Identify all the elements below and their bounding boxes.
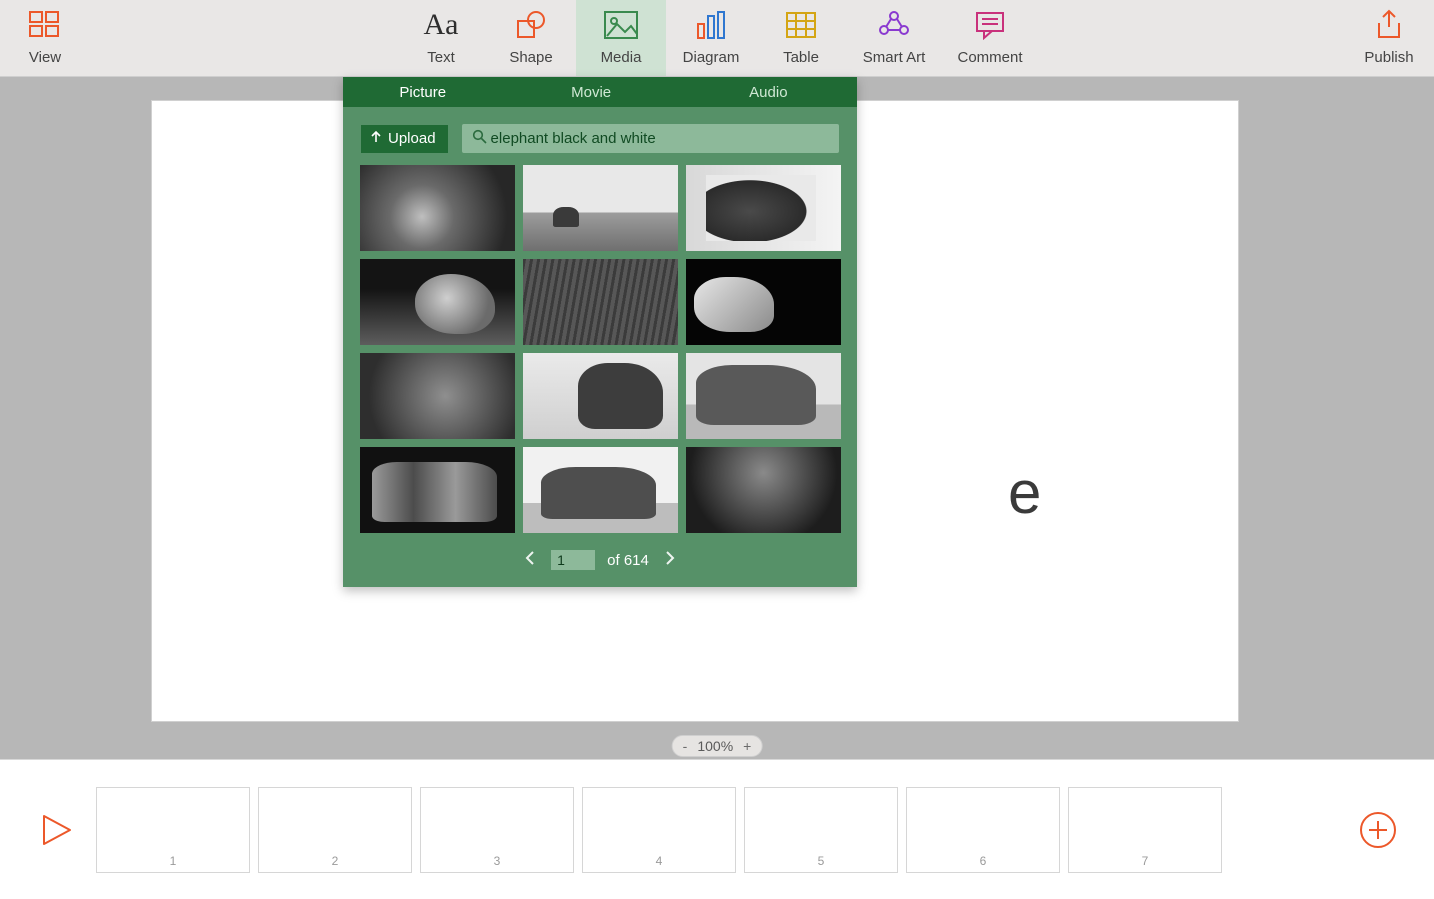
slide-thumbs: 1 2 3 4 5 6 7: [96, 787, 1222, 873]
media-thumb[interactable]: [686, 165, 841, 251]
toolbar-label: Table: [783, 49, 819, 66]
page-number-input[interactable]: [551, 550, 595, 570]
slide-thumb[interactable]: 6: [906, 787, 1060, 873]
slide-number: 5: [745, 854, 897, 868]
zoom-in-button[interactable]: +: [743, 738, 751, 754]
media-search-input[interactable]: [487, 128, 829, 149]
zoom-out-button[interactable]: -: [683, 738, 688, 754]
media-thumb[interactable]: [360, 165, 515, 251]
upload-button[interactable]: Upload: [361, 125, 448, 153]
slide-thumb[interactable]: 4: [582, 787, 736, 873]
play-button[interactable]: [24, 812, 88, 848]
slide-thumb[interactable]: 1: [96, 787, 250, 873]
search-icon: [472, 129, 487, 149]
media-thumb[interactable]: [686, 447, 841, 533]
next-page-button[interactable]: [661, 547, 679, 573]
toolbar-label: View: [29, 49, 61, 66]
media-dropdown-panel: Picture Movie Audio Upload: [343, 77, 857, 587]
media-tabs: Picture Movie Audio: [343, 77, 857, 107]
media-thumb[interactable]: [360, 259, 515, 345]
view-button[interactable]: View: [0, 0, 90, 76]
toolbar-label: Diagram: [683, 49, 740, 66]
smart-art-icon: [878, 5, 910, 45]
media-thumb[interactable]: [686, 353, 841, 439]
tab-audio[interactable]: Audio: [680, 84, 857, 101]
image-icon: [603, 5, 639, 45]
upload-label: Upload: [388, 130, 436, 147]
slide-number: 7: [1069, 854, 1221, 868]
slide-number: 2: [259, 854, 411, 868]
media-thumb[interactable]: [523, 165, 678, 251]
prev-page-button[interactable]: [521, 547, 539, 573]
media-thumb[interactable]: [523, 259, 678, 345]
comment-button[interactable]: Comment: [942, 0, 1038, 76]
media-button[interactable]: Media: [576, 0, 666, 76]
tab-picture[interactable]: Picture: [343, 84, 503, 101]
media-results-grid: [343, 165, 857, 533]
share-up-icon: [1374, 5, 1404, 45]
page-of-label: of 614: [607, 552, 649, 569]
slide-number: 1: [97, 854, 249, 868]
diagram-button[interactable]: Diagram: [666, 0, 756, 76]
grid-icon: [28, 5, 62, 45]
chart-icon: [695, 5, 727, 45]
toolbar-label: Shape: [509, 49, 552, 66]
slide-thumb[interactable]: 5: [744, 787, 898, 873]
media-thumb[interactable]: [686, 259, 841, 345]
publish-button[interactable]: Publish: [1344, 0, 1434, 76]
media-thumb[interactable]: [360, 447, 515, 533]
table-icon: [785, 5, 817, 45]
slide-thumb[interactable]: 7: [1068, 787, 1222, 873]
search-field-wrap[interactable]: [462, 124, 839, 153]
slide-title-fragment: e: [1008, 458, 1042, 527]
zoom-control: - 100% +: [672, 735, 763, 757]
shape-icon: [514, 5, 548, 45]
slide-number: 4: [583, 854, 735, 868]
slide-number: 3: [421, 854, 573, 868]
add-slide-button[interactable]: [1346, 810, 1410, 850]
text-icon: Aa: [424, 5, 459, 45]
comment-icon: [974, 5, 1006, 45]
smart-art-button[interactable]: Smart Art: [846, 0, 942, 76]
media-thumb[interactable]: [523, 353, 678, 439]
upload-arrow-icon: [369, 130, 383, 148]
media-thumb[interactable]: [523, 447, 678, 533]
slide-thumb[interactable]: 3: [420, 787, 574, 873]
text-button[interactable]: Aa Text: [396, 0, 486, 76]
media-thumb[interactable]: [360, 353, 515, 439]
toolbar-label: Comment: [957, 49, 1022, 66]
zoom-value: 100%: [697, 738, 733, 754]
toolbar-label: Media: [601, 49, 642, 66]
main-toolbar: View Aa Text Shape Media Diagram: [0, 0, 1434, 77]
table-button[interactable]: Table: [756, 0, 846, 76]
slide-thumb[interactable]: 2: [258, 787, 412, 873]
shape-button[interactable]: Shape: [486, 0, 576, 76]
media-pager: of 614: [343, 547, 857, 573]
slide-strip: 1 2 3 4 5 6 7: [0, 759, 1434, 899]
tab-movie[interactable]: Movie: [503, 84, 680, 101]
toolbar-label: Text: [427, 49, 455, 66]
toolbar-label: Smart Art: [863, 49, 926, 66]
toolbar-label: Publish: [1364, 49, 1413, 66]
slide-number: 6: [907, 854, 1059, 868]
